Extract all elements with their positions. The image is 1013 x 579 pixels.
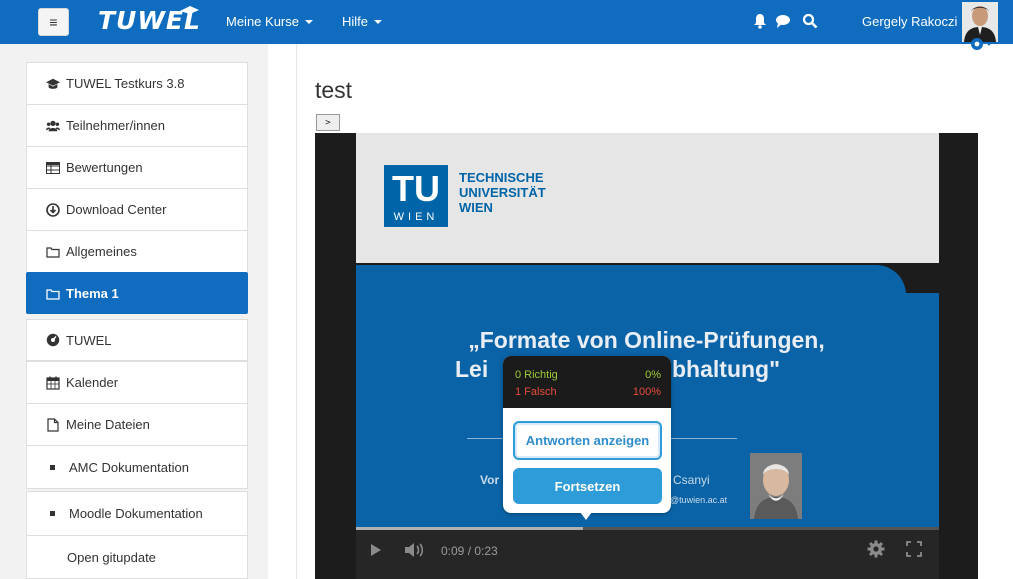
- sidebar-item-label: Kalender: [66, 375, 119, 390]
- gear-icon[interactable]: [968, 38, 994, 52]
- hamburger-icon: ≡: [49, 14, 58, 30]
- presenter-photo-graphic: [750, 453, 802, 519]
- sidebar-item-grades[interactable]: Bewertungen: [26, 146, 248, 188]
- nav-my-courses[interactable]: Meine Kurse: [226, 14, 313, 29]
- sidebar-item-label: TUWEL: [66, 332, 112, 348]
- correct-percent: 0%: [645, 369, 661, 381]
- sidebar-item-label: Meine Dateien: [66, 417, 150, 432]
- university-line-3: WIEN: [459, 200, 493, 215]
- tu-logo-letters: TU: [392, 168, 440, 209]
- sidebar-item-amc-docs[interactable]: AMC Dokumentation: [26, 445, 248, 489]
- university-line-2: UNIVERSITÄT: [459, 185, 546, 200]
- presenter-name: Csanyi: [673, 473, 710, 487]
- sidebar-item-my-files[interactable]: Meine Dateien: [26, 403, 248, 445]
- sidebar-item-label: Open gitupdate: [67, 549, 156, 565]
- download-icon: [46, 202, 60, 217]
- sidebar-item-tuwel[interactable]: TUWEL: [26, 319, 248, 361]
- wrong-percent: 100%: [632, 386, 661, 398]
- show-answers-button[interactable]: Antworten anzeigen: [513, 421, 662, 460]
- slide-title-line-1: „Formate von Online-Prüfungen,: [468, 327, 825, 353]
- calendar-icon: [46, 376, 60, 390]
- sidebar-item-course[interactable]: TUWEL Testkurs 3.8: [26, 62, 248, 104]
- nav-help-label: Hilfe: [342, 14, 369, 29]
- avatar[interactable]: [962, 2, 998, 42]
- fullscreen-icon[interactable]: [906, 541, 922, 557]
- user-photo: [962, 2, 998, 42]
- expand-button[interactable]: >: [316, 114, 340, 131]
- sidebar-item-label: TUWEL Testkurs 3.8: [66, 76, 185, 91]
- continue-button[interactable]: Fortsetzen: [513, 468, 662, 504]
- wrong-label: 1 Falsch: [515, 386, 557, 398]
- sidebar-item-topic-1[interactable]: Thema 1: [26, 272, 248, 314]
- top-navbar: ≡ TUWEL Meine Kurse Hilfe Gergely Rakocz…: [0, 0, 1013, 50]
- sidebar-item-label: AMC Dokumentation: [69, 459, 189, 475]
- bell-icon[interactable]: [751, 12, 769, 30]
- page-title: test: [315, 77, 353, 103]
- menu-toggle-button[interactable]: ≡: [38, 8, 69, 36]
- sidebar-item-calendar[interactable]: Kalender: [26, 361, 248, 403]
- bullet-icon: [50, 464, 55, 470]
- quiz-pointer: [580, 512, 592, 520]
- wrong-row: 1 Falsch 100%: [515, 386, 661, 398]
- sidebar-item-participants[interactable]: Teilnehmer/innen: [26, 104, 248, 146]
- users-icon: [46, 120, 60, 131]
- slide-header: TU WIEN TECHNISCHE UNIVERSITÄT WIEN: [356, 133, 939, 263]
- search-icon[interactable]: [801, 12, 819, 30]
- user-name[interactable]: Gergely Rakoczi: [862, 14, 957, 29]
- content-divider: [296, 44, 297, 579]
- presenter-email: @tuwien.ac.at: [670, 495, 728, 505]
- play-icon[interactable]: [370, 543, 382, 557]
- presenter-prefix: Vor: [480, 473, 500, 487]
- correct-label: 0 Richtig: [515, 369, 558, 381]
- nav-my-courses-label: Meine Kurse: [226, 14, 299, 29]
- sidebar-item-label: Bewertungen: [66, 160, 143, 175]
- file-icon: [47, 417, 59, 432]
- presenter-photo: [750, 453, 802, 519]
- quiz-stats: 0 Richtig 0% 1 Falsch 100%: [503, 356, 671, 408]
- sidebar-item-open-gitupdate[interactable]: Open gitupdate: [26, 535, 248, 579]
- tu-logo-sub: WIEN: [394, 211, 439, 223]
- nav-help[interactable]: Hilfe: [342, 14, 383, 29]
- graduation-cap-icon: [46, 78, 60, 89]
- folder-icon: [46, 288, 60, 300]
- sidebar-item-label: Teilnehmer/innen: [66, 118, 166, 133]
- caret-down-icon: [304, 20, 313, 24]
- university-line-1: TECHNISCHE: [459, 170, 544, 185]
- table-icon: [46, 161, 60, 174]
- volume-icon[interactable]: [404, 542, 426, 558]
- progress-fill: [356, 527, 583, 530]
- correct-row: 0 Richtig 0%: [515, 369, 661, 381]
- quiz-result-popup: 0 Richtig 0% 1 Falsch 100% Antworten anz…: [503, 356, 671, 513]
- time-display: 0:09 / 0:23: [441, 544, 498, 558]
- mortarboard-icon: [180, 6, 199, 14]
- university-name: TECHNISCHE UNIVERSITÄT WIEN: [459, 170, 546, 215]
- settings-gear-icon[interactable]: [867, 540, 885, 558]
- sidebar-item-label: Allgemeines: [66, 244, 137, 259]
- bullet-icon: [50, 511, 55, 516]
- dashboard-icon: [46, 333, 60, 347]
- sidebar-item-general[interactable]: Allgemeines: [26, 230, 248, 272]
- sidebar-item-moodle-docs[interactable]: Moodle Dokumentation: [26, 491, 248, 535]
- slide-title-fragment-right: bhaltung": [672, 356, 780, 382]
- sidebar-item-download-center[interactable]: Download Center: [26, 188, 248, 230]
- sidebar-item-label: Moodle Dokumentation: [69, 506, 203, 521]
- tu-logo-graphic: TU WIEN: [384, 165, 448, 227]
- sidebar-item-label: Thema 1: [66, 286, 119, 301]
- folder-icon: [46, 246, 60, 258]
- caret-down-icon: [374, 20, 383, 24]
- chat-icon[interactable]: [774, 12, 792, 30]
- sidebar-item-label: Download Center: [66, 202, 167, 217]
- tu-wien-logo: TU WIEN: [384, 165, 448, 227]
- slide-title-fragment-left: Lei: [455, 356, 489, 382]
